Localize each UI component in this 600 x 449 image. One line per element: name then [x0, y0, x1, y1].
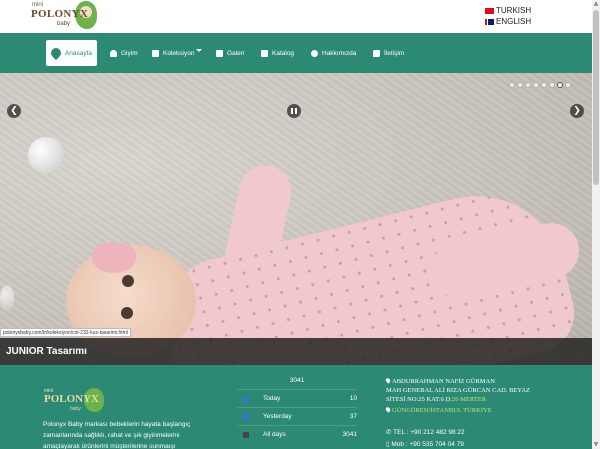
chevron-down-icon — [196, 48, 203, 52]
slider-dot[interactable] — [565, 82, 571, 88]
contact-mob: Mob : +90 535 704 04 79 — [391, 441, 464, 448]
slider-dot[interactable] — [541, 82, 547, 88]
calendar-icon — [243, 413, 249, 420]
footer: mini POLONYX baby Polonyx Baby markası b… — [0, 365, 592, 449]
location-icon — [384, 377, 392, 384]
cotton-ball-image — [0, 285, 14, 311]
language-switcher: TURKISH ENGLISH — [485, 5, 531, 27]
footer-logo[interactable]: mini POLONYX baby — [42, 386, 112, 416]
hero-slider: ❮ ❯ polonyxbaby.com/tr/koleksiyon/col-23… — [0, 73, 592, 365]
slider-dot[interactable] — [517, 82, 523, 88]
slider-dot[interactable] — [549, 82, 555, 88]
contact-tel: TEL : +90 212 482 98 22 — [393, 429, 465, 436]
contact-name-row: ABDURRAHMAN NAFİZ GÜRMAN — [384, 377, 586, 386]
language-label: TURKISH — [496, 6, 532, 15]
stats-row-yesterday: Yesterday 37 — [237, 407, 357, 425]
contact-tel-row[interactable]: ✆ TEL : +90 212 482 98 22 — [386, 428, 586, 437]
stats-row-all-days: All days 3041 — [237, 425, 357, 443]
slider-dot[interactable] — [509, 82, 515, 88]
stats-label: All days — [263, 431, 286, 438]
link-url-tooltip: polonyxbaby.com/tr/koleksiyon/col-232-ku… — [0, 328, 131, 337]
location-icon — [384, 406, 392, 413]
image-icon — [216, 49, 223, 57]
contact-district-row: GÜNGÖREN/İSTANBUL TÜRKİYE — [384, 406, 586, 415]
person-icon — [110, 49, 117, 57]
pink-bow-image — [92, 243, 136, 273]
home-pin-icon — [48, 45, 64, 61]
shirt-icon — [152, 49, 159, 57]
nav-item-label: Koleksiyon — [163, 49, 195, 57]
stats-label: Today — [263, 395, 281, 402]
cotton-ball-image — [28, 137, 64, 173]
nav-item-galeri[interactable]: Galeri — [216, 33, 244, 73]
pause-icon — [291, 108, 293, 114]
chevron-left-icon: ❮ — [10, 106, 18, 116]
language-turkish-link[interactable]: TURKISH — [485, 5, 531, 16]
pin-icon — [241, 394, 251, 403]
logo-brand-text: POLONYX — [44, 393, 99, 405]
contact-street: MAH GENERAL ALİ RIZA GÜRCAN CAD. BEYAZ — [386, 387, 531, 394]
nav-item-koleksiyon[interactable]: Koleksiyon — [152, 33, 203, 73]
language-label: ENGLISH — [496, 17, 532, 26]
about-text: Polonyx Baby markası bebeklerin hayata b… — [43, 421, 191, 449]
logo-sub-text: baby — [70, 406, 81, 412]
nav-item-label: Hakkımızda — [322, 49, 357, 57]
stats-label: Yesterday — [263, 413, 292, 420]
nav-item-label: Anasayfa — [64, 49, 93, 57]
user-icon — [311, 49, 318, 57]
nav-item-katalog[interactable]: Katalog — [261, 33, 294, 73]
book-icon — [261, 49, 268, 57]
slider-pagination — [509, 82, 571, 88]
language-english-link[interactable]: ENGLISH — [485, 16, 531, 27]
slide-caption[interactable]: JUNIOR Tasarımı — [0, 338, 592, 365]
contact-site-highlight: 26 MERTER — [451, 396, 487, 403]
contact-site-row: SİTESİ NO:25 KAT:6 D:26 MERTER — [386, 395, 586, 404]
slider-next-button[interactable]: ❯ — [570, 104, 584, 118]
grid-icon — [243, 431, 249, 438]
site-logo[interactable]: mini POLONYX baby — [29, 1, 99, 31]
slider-pause-button[interactable] — [287, 104, 301, 118]
turkey-flag-icon — [485, 7, 494, 14]
page-scrollbar[interactable]: ▲ ▼ — [592, 0, 600, 449]
visitor-stats: 3041 Today 10 Yesterday 37 All days 3041 — [237, 375, 357, 443]
nav-item-label: Katalog — [272, 49, 295, 57]
visitor-total: 3041 — [289, 377, 305, 384]
logo-brand-text: POLONYX — [31, 8, 89, 20]
nav-item-hakkimizda[interactable]: Hakkımızda — [311, 33, 356, 73]
nav-item-label: Galeri — [227, 49, 245, 57]
logo-sub-text: baby — [57, 21, 71, 27]
contact-info: ABDURRAHMAN NAFİZ GÜRMAN MAH GENERAL ALİ… — [384, 377, 586, 449]
stats-value: 37 — [349, 413, 357, 420]
nav-item-label: Giyim — [121, 49, 138, 57]
nav-item-giyim[interactable]: Giyim — [110, 33, 138, 73]
nav-item-label: İletişim — [384, 49, 405, 57]
contact-site: SİTESİ NO:25 KAT:6 D: — [386, 396, 452, 403]
chevron-right-icon: ❯ — [573, 106, 581, 116]
contact-mob-row[interactable]: ▯ Mob : +90 535 704 04 79 — [386, 440, 586, 449]
contact-district: GÜNGÖREN/İSTANBUL TÜRKİYE — [392, 407, 492, 414]
slider-prev-button[interactable]: ❮ — [7, 104, 21, 118]
slider-dot[interactable] — [533, 82, 539, 88]
nav-item-iletisim[interactable]: İletişim — [373, 33, 404, 73]
scroll-down-arrow-icon[interactable]: ▼ — [592, 441, 600, 449]
stats-value: 10 — [349, 395, 357, 402]
main-navigation: Anasayfa Giyim Koleksiyon Galeri Katalog… — [0, 33, 592, 73]
stats-value: 3041 — [342, 431, 357, 438]
contact-name: ABDURRAHMAN NAFİZ GÜRMAN — [392, 378, 495, 385]
top-header: mini POLONYX baby TURKISH ENGLISH — [0, 0, 592, 33]
slider-dot-active[interactable] — [557, 82, 563, 88]
uk-flag-icon — [485, 18, 494, 25]
scroll-up-arrow-icon[interactable]: ▲ — [592, 0, 600, 8]
phone-icon — [373, 49, 380, 57]
scrollbar-thumb[interactable] — [593, 10, 599, 185]
baby-eye-image — [121, 307, 133, 319]
stats-row-today: Today 10 — [237, 389, 357, 407]
nav-item-anasayfa[interactable]: Anasayfa — [46, 40, 97, 66]
pause-icon — [295, 108, 297, 114]
slider-dot[interactable] — [525, 82, 531, 88]
baby-eye-image — [122, 275, 134, 287]
